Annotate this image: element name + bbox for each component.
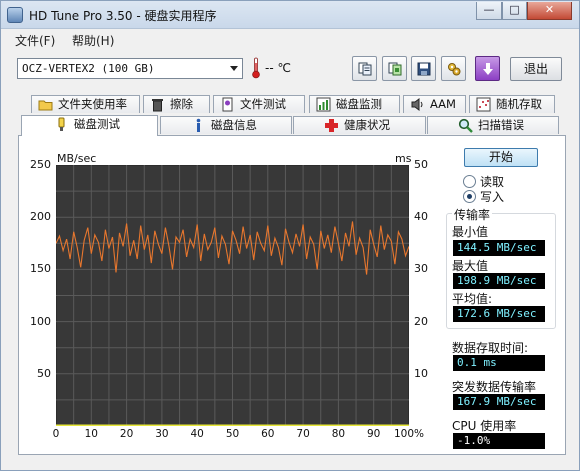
tab-label: 文件夹使用率	[58, 97, 127, 111]
right-axis-unit: ms	[395, 152, 412, 165]
avg-label: 平均值:	[452, 292, 493, 306]
cpu-usage-label: CPU 使用率	[452, 419, 517, 433]
min-label: 最小值	[452, 225, 489, 239]
scan-icon	[458, 118, 473, 133]
transfer-rate-title: 传输率	[452, 206, 493, 223]
tab-label: 磁盘测试	[74, 117, 120, 131]
access-time-value: 0.1 ms	[453, 355, 545, 371]
menu-help[interactable]: 帮助(H)	[72, 32, 114, 49]
temperature-readout: -- ℃	[265, 61, 291, 75]
random-access-icon	[476, 97, 491, 112]
save-button[interactable]	[411, 56, 436, 81]
x-tick-label: 60	[261, 428, 275, 440]
info-icon	[196, 118, 201, 132]
drive-select[interactable]: OCZ-VERTEX2 (100 GB)	[17, 58, 243, 79]
tab-label: 健康状况	[344, 118, 390, 132]
app-icon	[7, 7, 23, 23]
tab-label: 扫描错误	[478, 118, 524, 132]
file-test-icon	[222, 97, 233, 112]
y-right-tick-label: 40	[414, 210, 428, 224]
health-icon	[325, 119, 338, 132]
y-tick-label: 50	[37, 366, 51, 380]
read-radio[interactable]	[463, 175, 476, 188]
tab-label: AAM	[430, 97, 456, 111]
y-tick-label: 100	[30, 314, 51, 328]
tab-random-access[interactable]: 随机存取	[469, 95, 555, 113]
benchmark-icon	[58, 117, 65, 131]
tab-disk-monitor[interactable]: 磁盘监测	[309, 95, 400, 113]
x-tick-label: 90	[367, 428, 381, 440]
y-right-tick-label: 20	[414, 314, 428, 328]
plot-grid	[56, 165, 409, 426]
x-tick-label: 50	[225, 428, 240, 440]
tab-error-scan[interactable]: 扫描错误	[427, 116, 559, 134]
y-tick-label: 150	[30, 262, 51, 276]
tab-aam[interactable]: AAM	[403, 95, 466, 113]
tab-benchmark[interactable]: 磁盘测试	[21, 115, 158, 136]
x-tick-label: 80	[331, 428, 346, 440]
x-tick-label: 30	[155, 428, 169, 440]
write-radio-label: 写入	[480, 190, 505, 204]
tab-label: 磁盘监测	[336, 97, 382, 111]
copy-screenshot-icon	[388, 62, 402, 76]
y-right-tick-label: 30	[414, 262, 428, 276]
y-tick-label: 250	[30, 158, 51, 171]
title-bar: HD Tune Pro 3.50 - 硬盘实用程序 — □ ✕	[1, 1, 579, 29]
x-tick-label: 10	[84, 428, 98, 440]
trash-icon	[152, 99, 163, 112]
x-tick-label: 20	[119, 428, 134, 440]
copy-text-button[interactable]	[352, 56, 377, 81]
copy-text-icon	[358, 62, 372, 76]
x-tick-label: 0	[52, 428, 60, 440]
drive-select-value: OCZ-VERTEX2 (100 GB)	[22, 62, 155, 75]
left-axis-unit: MB/sec	[57, 152, 97, 165]
download-icon	[483, 63, 493, 75]
chevron-down-icon	[230, 66, 238, 71]
tab-label: 磁盘信息	[211, 118, 257, 132]
menu-file[interactable]: 文件(F)	[15, 32, 55, 49]
tab-erase[interactable]: 擦除	[143, 95, 210, 113]
tab-label: 文件测试	[240, 97, 286, 111]
options-button[interactable]	[441, 56, 466, 81]
min-value: 144.5 MB/sec	[453, 240, 545, 256]
y-tick-label: 200	[30, 210, 51, 224]
avg-value: 172.6 MB/sec	[453, 306, 545, 322]
burst-rate-label: 突发数据传输率	[452, 380, 537, 394]
maximize-button[interactable]: □	[502, 2, 527, 20]
disk-monitor-icon	[316, 97, 331, 112]
options-icon	[448, 63, 461, 76]
start-button[interactable]: 开始	[464, 148, 538, 167]
copy-screenshot-button[interactable]	[382, 56, 407, 81]
tab-folder-usage[interactable]: 文件夹使用率	[31, 95, 140, 113]
transfer-rate-chart	[56, 165, 409, 426]
access-time-label: 数据存取时间:	[452, 341, 529, 355]
tab-label: 随机存取	[496, 97, 542, 111]
y-right-tick-label: 10	[414, 366, 428, 380]
max-label: 最大值	[452, 259, 489, 273]
app-window: HD Tune Pro 3.50 - 硬盘实用程序 — □ ✕ 文件(F) 帮助…	[0, 0, 580, 471]
speaker-icon	[411, 98, 423, 111]
tab-file-test[interactable]: 文件测试	[213, 95, 305, 113]
max-value: 198.9 MB/sec	[453, 273, 545, 289]
burst-rate-value: 167.9 MB/sec	[453, 394, 545, 410]
thermometer-icon	[252, 57, 260, 79]
tab-health[interactable]: 健康状况	[293, 116, 426, 134]
download-button[interactable]	[475, 56, 500, 81]
tab-label: 擦除	[170, 97, 193, 111]
x-tick-label: 40	[190, 428, 204, 440]
write-radio[interactable]	[463, 190, 476, 203]
exit-button[interactable]: 退出	[510, 57, 562, 81]
x-tick-label: 70	[296, 428, 310, 440]
folder-icon	[38, 100, 53, 111]
save-icon	[417, 62, 431, 76]
window-title: HD Tune Pro 3.50 - 硬盘实用程序	[29, 9, 217, 23]
y-right-tick-label: 50	[414, 158, 428, 171]
tab-disk-info[interactable]: 磁盘信息	[160, 116, 292, 134]
close-button[interactable]: ✕	[527, 2, 572, 20]
cpu-usage-value: -1.0%	[453, 433, 545, 449]
x-tick-label: 100%	[394, 428, 425, 440]
menu-bar: 文件(F) 帮助(H)	[1, 29, 579, 49]
minimize-button[interactable]: —	[476, 2, 502, 20]
